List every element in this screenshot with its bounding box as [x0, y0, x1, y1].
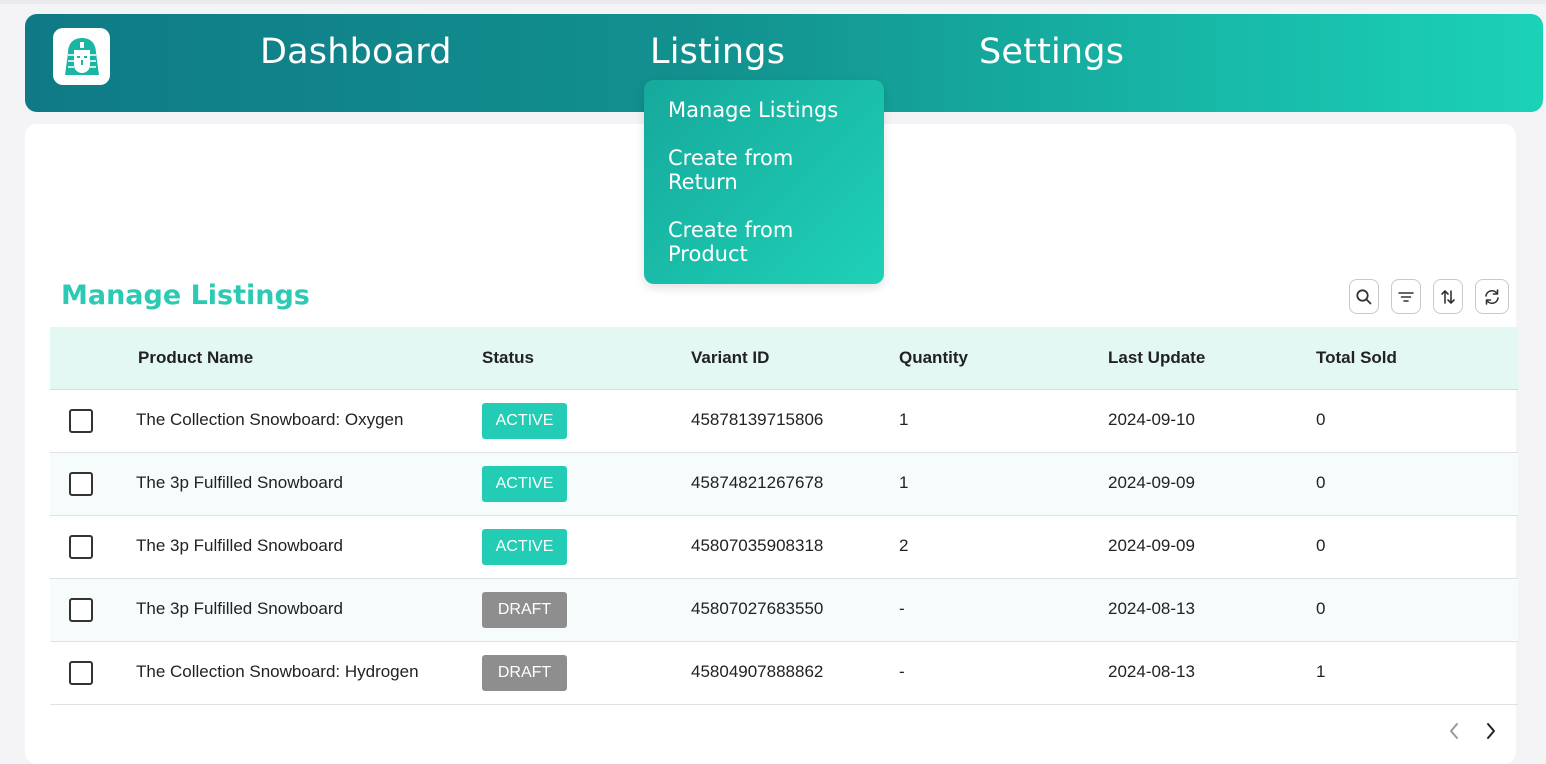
variant-id-cell: 45874821267678 [691, 473, 824, 492]
sort-icon [1441, 289, 1455, 304]
variant-id-cell: 45804907888862 [691, 662, 824, 681]
last-update-cell: 2024-09-10 [1108, 410, 1195, 429]
listings-table: Product Name Status Variant ID Quantity … [50, 327, 1518, 705]
product-name-cell: The Collection Snowboard: Oxygen [136, 410, 404, 429]
menu-item-create-from-return[interactable]: Create from Return [668, 146, 868, 194]
quantity-cell: - [899, 599, 905, 618]
search-button[interactable] [1349, 279, 1379, 314]
total-sold-cell: 0 [1316, 473, 1326, 492]
next-page-button[interactable] [1479, 718, 1503, 744]
page-title: Manage Listings [61, 280, 310, 311]
variant-id-cell: 45807035908318 [691, 536, 824, 555]
previous-page-button[interactable] [1442, 718, 1466, 744]
quantity-cell: - [899, 662, 905, 681]
quantity-cell: 1 [899, 410, 909, 429]
sort-button[interactable] [1433, 279, 1463, 314]
column-header-variant-id[interactable]: Variant ID [691, 348, 769, 368]
last-update-cell: 2024-08-13 [1108, 662, 1195, 681]
column-header-product-name[interactable]: Product Name [138, 348, 253, 368]
nav-settings[interactable]: Settings [979, 32, 1124, 72]
row-checkbox[interactable] [69, 409, 93, 433]
table-row[interactable]: The Collection Snowboard: Oxygen ACTIVE … [50, 390, 1518, 453]
pharaoh-logo-icon[interactable] [53, 28, 110, 85]
table-row[interactable]: The Collection Snowboard: Hydrogen DRAFT… [50, 642, 1518, 705]
row-checkbox[interactable] [69, 598, 93, 622]
status-badge: ACTIVE [482, 529, 567, 565]
last-update-cell: 2024-09-09 [1108, 536, 1195, 555]
row-checkbox[interactable] [69, 535, 93, 559]
table-row[interactable]: The 3p Fulfilled Snowboard DRAFT 4580702… [50, 579, 1518, 642]
nav-listings[interactable]: Listings [650, 32, 785, 72]
last-update-cell: 2024-09-09 [1108, 473, 1195, 492]
search-icon [1356, 288, 1372, 304]
status-badge: DRAFT [482, 592, 567, 628]
last-update-cell: 2024-08-13 [1108, 599, 1195, 618]
filter-button[interactable] [1391, 279, 1421, 314]
total-sold-cell: 1 [1316, 662, 1326, 681]
product-name-cell: The 3p Fulfilled Snowboard [136, 473, 343, 492]
column-header-quantity[interactable]: Quantity [899, 348, 968, 368]
nav-dashboard[interactable]: Dashboard [260, 32, 452, 72]
column-header-last-update[interactable]: Last Update [1108, 348, 1205, 368]
table-row[interactable]: The 3p Fulfilled Snowboard ACTIVE 458070… [50, 516, 1518, 579]
refresh-icon [1485, 288, 1499, 305]
status-badge: DRAFT [482, 655, 567, 691]
chevron-right-icon [1487, 723, 1495, 739]
quantity-cell: 1 [899, 473, 909, 492]
total-sold-cell: 0 [1316, 536, 1326, 555]
row-checkbox[interactable] [69, 661, 93, 685]
top-strip [0, 0, 1546, 4]
table-header: Product Name Status Variant ID Quantity … [50, 327, 1518, 390]
quantity-cell: 2 [899, 536, 909, 555]
refresh-button[interactable] [1475, 279, 1509, 314]
total-sold-cell: 0 [1316, 410, 1326, 429]
status-badge: ACTIVE [482, 466, 567, 502]
listings-dropdown-menu: Manage Listings Create from Return Creat… [644, 80, 884, 284]
chevron-left-icon [1450, 723, 1458, 739]
table-row[interactable]: The 3p Fulfilled Snowboard ACTIVE 458748… [50, 453, 1518, 516]
variant-id-cell: 45807027683550 [691, 599, 824, 618]
status-badge: ACTIVE [482, 403, 567, 439]
row-checkbox[interactable] [69, 472, 93, 496]
product-name-cell: The 3p Fulfilled Snowboard [136, 599, 343, 618]
variant-id-cell: 45878139715806 [691, 410, 824, 429]
filter-icon [1398, 291, 1414, 302]
column-header-status[interactable]: Status [482, 348, 534, 368]
column-header-total-sold[interactable]: Total Sold [1316, 348, 1397, 368]
menu-item-create-from-product[interactable]: Create from Product [668, 218, 868, 266]
menu-item-manage-listings[interactable]: Manage Listings [668, 98, 868, 122]
total-sold-cell: 0 [1316, 599, 1326, 618]
product-name-cell: The 3p Fulfilled Snowboard [136, 536, 343, 555]
product-name-cell: The Collection Snowboard: Hydrogen [136, 662, 419, 681]
